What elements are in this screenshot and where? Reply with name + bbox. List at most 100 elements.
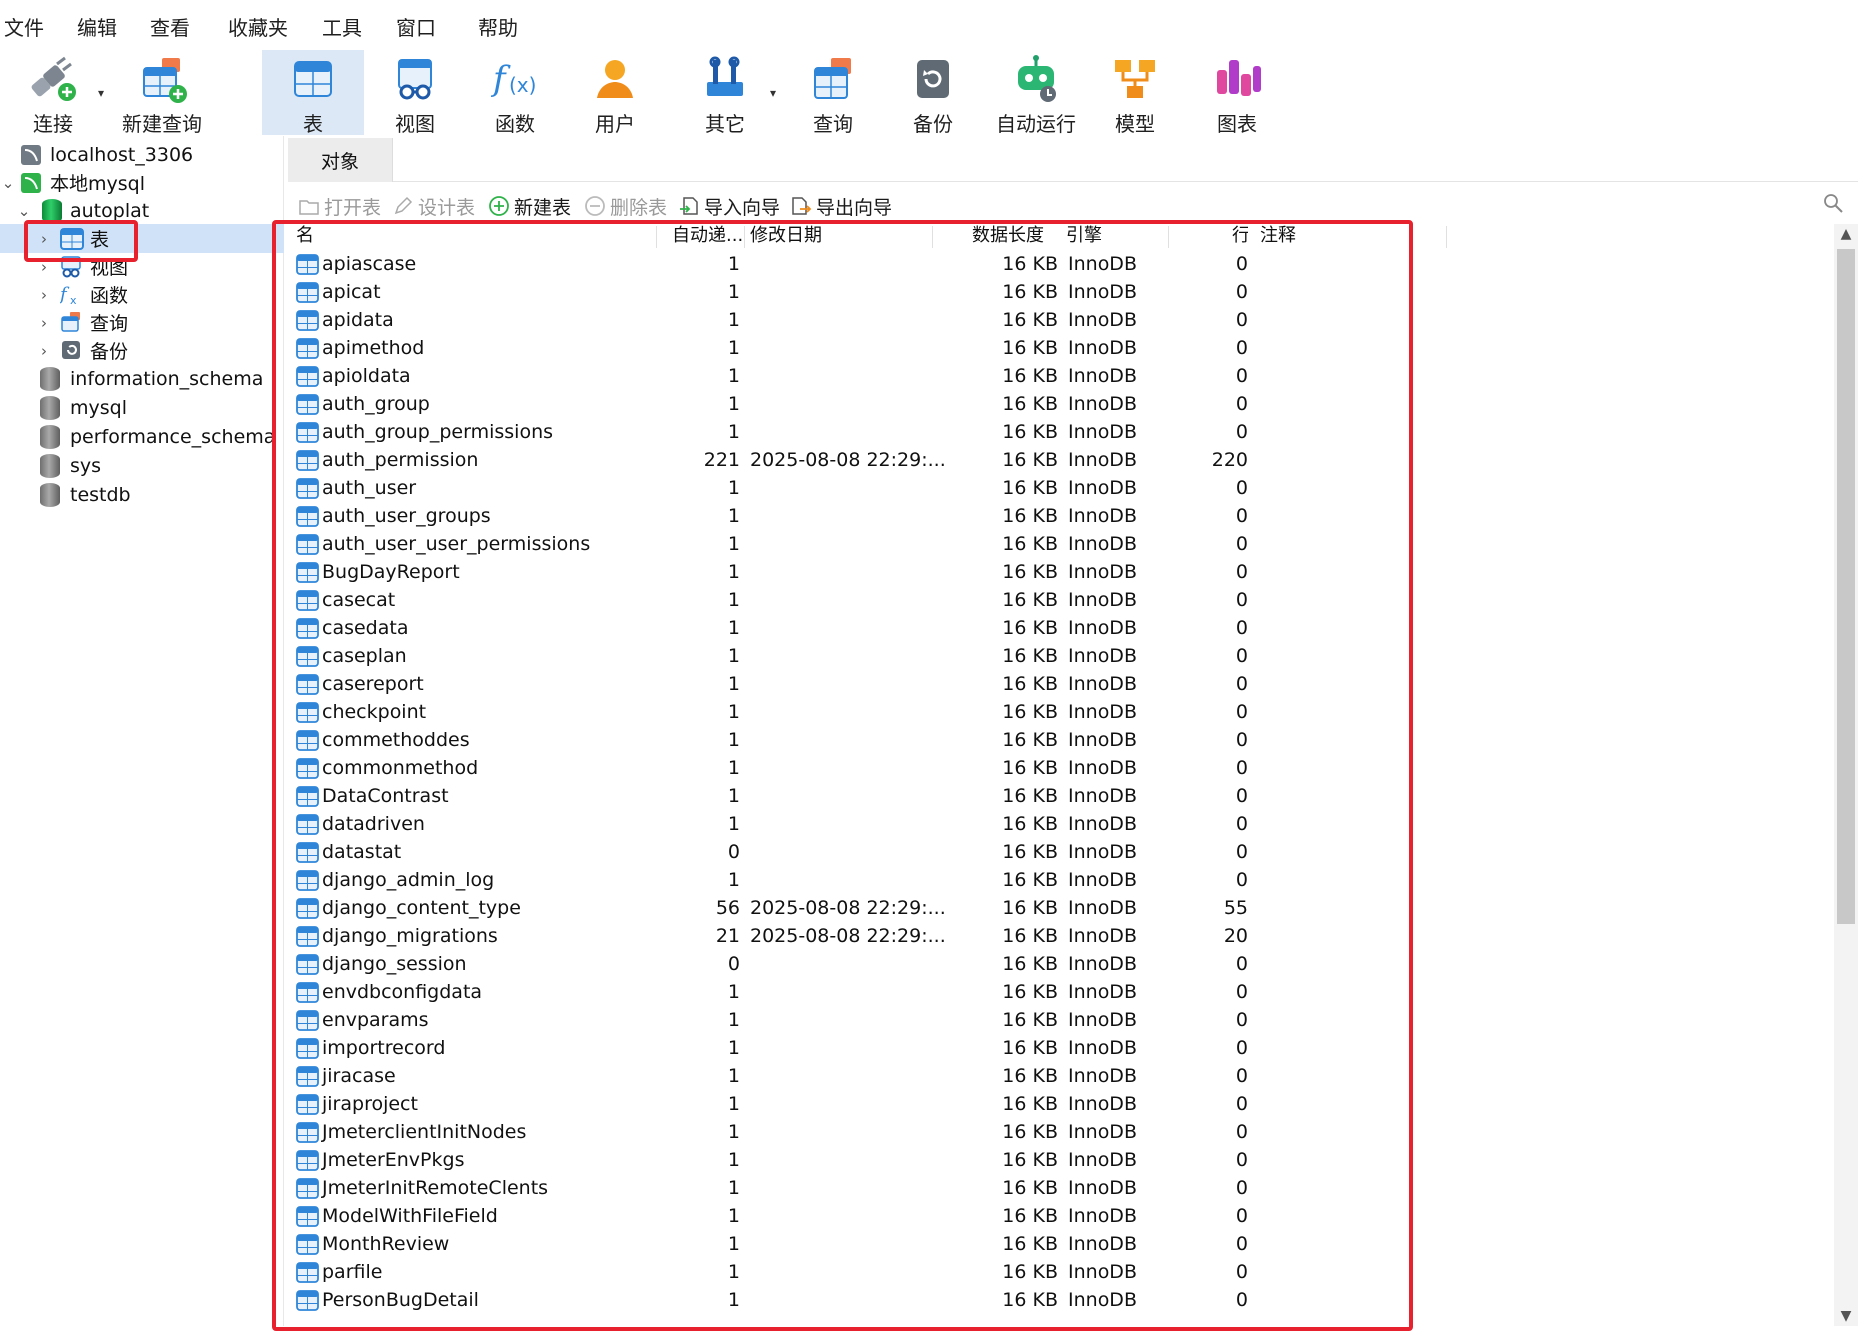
- table-row[interactable]: checkpoint 1 16 KB InnoDB 0: [288, 698, 1838, 726]
- column-divider[interactable]: [932, 226, 933, 248]
- toolbar-function-button[interactable]: f (x) 函数: [466, 50, 564, 136]
- toolbar-chart-button[interactable]: 图表: [1188, 50, 1286, 136]
- table-cell-name: ModelWithFileField: [322, 1205, 498, 1227]
- table-row[interactable]: auth_group 1 16 KB InnoDB 0: [288, 390, 1838, 418]
- other-dropdown-icon[interactable]: ▾: [770, 86, 776, 100]
- tree-db-sys[interactable]: sys: [0, 451, 284, 480]
- table-row[interactable]: caseplan 1 16 KB InnoDB 0: [288, 642, 1838, 670]
- table-row[interactable]: auth_group_permissions 1 16 KB InnoDB 0: [288, 418, 1838, 446]
- table-row[interactable]: auth_user_groups 1 16 KB InnoDB 0: [288, 502, 1838, 530]
- table-row[interactable]: apimethod 1 16 KB InnoDB 0: [288, 334, 1838, 362]
- scroll-up-icon[interactable]: ▲: [1834, 226, 1858, 242]
- table-row[interactable]: apicat 1 16 KB InnoDB 0: [288, 278, 1838, 306]
- tree-db-autoplat[interactable]: ⌄ autoplat: [0, 196, 284, 225]
- table-row[interactable]: MonthReview 1 16 KB InnoDB 0: [288, 1230, 1838, 1258]
- scrollbar-thumb[interactable]: [1837, 249, 1855, 924]
- table-row[interactable]: casedata 1 16 KB InnoDB 0: [288, 614, 1838, 642]
- menu-edit[interactable]: 编辑: [75, 12, 119, 41]
- tree-node-queries[interactable]: › 查询: [0, 308, 284, 337]
- table-row[interactable]: envdbconfigdata 1 16 KB InnoDB 0: [288, 978, 1838, 1006]
- table-row[interactable]: apiascase 1 16 KB InnoDB 0: [288, 250, 1838, 278]
- table-row[interactable]: JmeterclientInitNodes 1 16 KB InnoDB 0: [288, 1118, 1838, 1146]
- tab-objects[interactable]: 对象: [288, 138, 393, 182]
- chevron-right-icon[interactable]: ›: [36, 230, 52, 248]
- tree-db-testdb[interactable]: testdb: [0, 480, 284, 509]
- table-cell-modified: [750, 558, 930, 586]
- table-row[interactable]: auth_user 1 16 KB InnoDB 0: [288, 474, 1838, 502]
- chevron-right-icon[interactable]: ›: [36, 314, 52, 332]
- menu-view[interactable]: 查看: [148, 12, 192, 41]
- tree-node-functions[interactable]: › fx 函数: [0, 280, 284, 309]
- connect-button[interactable]: 连接: [4, 50, 102, 136]
- table-row[interactable]: PersonBugDetail 1 16 KB InnoDB 0: [288, 1286, 1838, 1314]
- menu-file[interactable]: 文件: [2, 12, 46, 41]
- chevron-down-icon[interactable]: ⌄: [0, 174, 16, 192]
- table-row[interactable]: ModelWithFileField 1 16 KB InnoDB 0: [288, 1202, 1838, 1230]
- menu-help[interactable]: 帮助: [476, 12, 520, 41]
- table-row[interactable]: envparams 1 16 KB InnoDB 0: [288, 1006, 1838, 1034]
- search-icon[interactable]: [1822, 192, 1844, 214]
- vertical-scrollbar[interactable]: ▲ ▼: [1834, 224, 1858, 1326]
- table-row[interactable]: commonmethod 1 16 KB InnoDB 0: [288, 754, 1838, 782]
- table-row[interactable]: JmeterInitRemoteClents 1 16 KB InnoDB 0: [288, 1174, 1838, 1202]
- new-query-button[interactable]: 新建查询: [112, 50, 212, 136]
- chevron-right-icon[interactable]: ›: [36, 342, 52, 360]
- table-row[interactable]: django_content_type 56 2025-08-08 22:29:..…: [288, 894, 1838, 922]
- table-row[interactable]: parfile 1 16 KB InnoDB 0: [288, 1258, 1838, 1286]
- table-row[interactable]: apioldata 1 16 KB InnoDB 0: [288, 362, 1838, 390]
- column-header-engine[interactable]: 引擎: [1066, 222, 1176, 250]
- table-row[interactable]: django_migrations 21 2025-08-08 22:29:... 1…: [288, 922, 1838, 950]
- column-header-data-length[interactable]: 数据长度: [972, 222, 1064, 250]
- menu-window[interactable]: 窗口: [394, 12, 438, 41]
- tree-node-views[interactable]: › 视图: [0, 252, 284, 281]
- connect-dropdown-icon[interactable]: ▾: [98, 86, 104, 100]
- column-divider[interactable]: [1168, 226, 1169, 248]
- chevron-right-icon[interactable]: ›: [36, 258, 52, 276]
- toolbar-backup-button[interactable]: 备份: [884, 50, 982, 136]
- table-row[interactable]: BugDayReport 1 16 KB InnoDB 0: [288, 558, 1838, 586]
- table-row[interactable]: JmeterEnvPkgs 1 16 KB InnoDB 0: [288, 1146, 1838, 1174]
- column-divider[interactable]: [1446, 226, 1447, 248]
- column-header-modified[interactable]: 修改日期: [750, 222, 910, 250]
- chevron-right-icon[interactable]: ›: [36, 286, 52, 304]
- column-header-name[interactable]: 名: [296, 222, 536, 250]
- menu-favorites[interactable]: 收藏夹: [226, 12, 290, 41]
- tree-db-performance-schema[interactable]: performance_schema: [0, 422, 284, 451]
- tree-connection-localhost[interactable]: localhost_3306: [0, 140, 284, 169]
- table-cell-engine: InnoDB: [1068, 253, 1137, 275]
- toolbar-auto-run-button[interactable]: 自动运行: [986, 50, 1086, 136]
- table-row[interactable]: datastat 0 16 KB InnoDB 0: [288, 838, 1838, 866]
- table-row[interactable]: casecat 1 16 KB InnoDB 0: [288, 586, 1838, 614]
- table-row[interactable]: auth_user_user_permissions 1 16 KB InnoDB 0: [288, 530, 1838, 558]
- toolbar-query-button[interactable]: 查询: [784, 50, 882, 136]
- tree-connection-local-mysql[interactable]: ⌄ 本地mysql: [0, 168, 284, 197]
- table-row[interactable]: jiraproject 1 16 KB InnoDB 0: [288, 1090, 1838, 1118]
- toolbar-other-button[interactable]: 其它: [676, 50, 774, 136]
- table-row[interactable]: DataContrast 1 16 KB InnoDB 0: [288, 782, 1838, 810]
- table-row[interactable]: auth_permission 221 2025-08-08 22:29:... 16…: [288, 446, 1838, 474]
- toolbar-table-button[interactable]: 表: [262, 50, 364, 136]
- scroll-down-icon[interactable]: ▼: [1834, 1308, 1858, 1324]
- column-header-rows[interactable]: 行: [1232, 222, 1248, 250]
- toolbar-model-button[interactable]: 模型: [1086, 50, 1184, 136]
- table-row[interactable]: django_admin_log 1 16 KB InnoDB 0: [288, 866, 1838, 894]
- toolbar-view-button[interactable]: 视图: [366, 50, 464, 136]
- chevron-down-icon[interactable]: ⌄: [16, 202, 32, 220]
- column-header-comment[interactable]: 注释: [1260, 222, 1320, 250]
- tree-node-backups[interactable]: › 备份: [0, 336, 284, 365]
- tree-db-mysql[interactable]: mysql: [0, 393, 284, 422]
- table-row[interactable]: apidata 1 16 KB InnoDB 0: [288, 306, 1838, 334]
- table-cell-engine: InnoDB: [1068, 1289, 1137, 1311]
- table-row[interactable]: commethoddes 1 16 KB InnoDB 0: [288, 726, 1838, 754]
- table-row[interactable]: django_session 0 16 KB InnoDB 0: [288, 950, 1838, 978]
- tree-node-tables[interactable]: › 表: [0, 224, 284, 253]
- table-row[interactable]: casereport 1 16 KB InnoDB 0: [288, 670, 1838, 698]
- menu-tools[interactable]: 工具: [320, 12, 364, 41]
- column-divider[interactable]: [656, 226, 657, 248]
- table-row[interactable]: jiracase 1 16 KB InnoDB 0: [288, 1062, 1838, 1090]
- column-divider[interactable]: [744, 226, 745, 248]
- toolbar-user-button[interactable]: 用户: [566, 50, 664, 136]
- table-row[interactable]: importrecord 1 16 KB InnoDB 0: [288, 1034, 1838, 1062]
- table-row[interactable]: datadriven 1 16 KB InnoDB 0: [288, 810, 1838, 838]
- tree-db-information-schema[interactable]: information_schema: [0, 364, 284, 393]
